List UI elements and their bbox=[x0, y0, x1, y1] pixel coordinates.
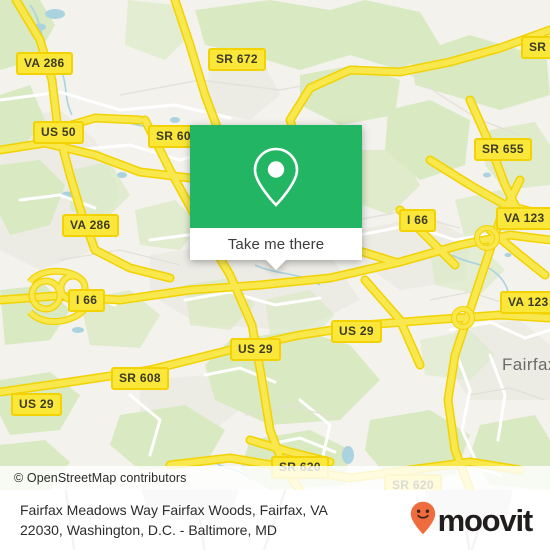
map-screenshot: VA 286 SR 672 SR 6 US 50 SR 608 SR 655 V… bbox=[0, 0, 550, 550]
popup-tail bbox=[266, 260, 286, 270]
road-shield: VA 286 bbox=[62, 214, 119, 237]
road-shield: I 66 bbox=[68, 289, 106, 312]
map-pin-icon bbox=[250, 145, 302, 209]
moovit-logo[interactable]: moovit bbox=[410, 501, 534, 540]
road-shield: SR 655 bbox=[474, 138, 532, 161]
location-address: Fairfax Meadows Way Fairfax Woods, Fairf… bbox=[20, 500, 328, 540]
road-shield: US 29 bbox=[11, 393, 62, 416]
take-me-there-button[interactable]: Take me there bbox=[190, 228, 362, 270]
road-shield: US 29 bbox=[331, 320, 382, 343]
footer-bar: Fairfax Meadows Way Fairfax Woods, Fairf… bbox=[0, 490, 550, 550]
map-attribution-bar: © OpenStreetMap contributors bbox=[0, 466, 550, 490]
location-popup-card[interactable]: Take me there bbox=[190, 125, 362, 270]
moovit-pin-icon bbox=[410, 501, 436, 540]
take-me-there-label: Take me there bbox=[227, 235, 325, 253]
osm-attribution-text[interactable]: © OpenStreetMap contributors bbox=[14, 471, 187, 485]
road-shield: SR 6 bbox=[521, 36, 550, 59]
city-label-fairfax: Fairfax bbox=[502, 355, 550, 374]
road-shield: SR 672 bbox=[208, 48, 266, 71]
road-shield: VA 286 bbox=[16, 52, 73, 75]
popup-icon-area bbox=[190, 125, 362, 228]
map-canvas[interactable]: VA 286 SR 672 SR 6 US 50 SR 608 SR 655 V… bbox=[0, 0, 550, 490]
road-shield: US 29 bbox=[230, 338, 281, 361]
road-shield: VA 123 bbox=[500, 291, 550, 314]
road-shield: SR 608 bbox=[111, 367, 169, 390]
address-line-2: 22030, Washington, D.C. - Baltimore, MD bbox=[20, 522, 278, 538]
road-shield: I 66 bbox=[399, 209, 437, 232]
road-shield: VA 123 bbox=[496, 207, 550, 230]
moovit-wordmark: moovit bbox=[437, 502, 534, 538]
road-shield: US 50 bbox=[33, 121, 84, 144]
address-line-1: Fairfax Meadows Way Fairfax Woods, Fairf… bbox=[20, 502, 328, 518]
